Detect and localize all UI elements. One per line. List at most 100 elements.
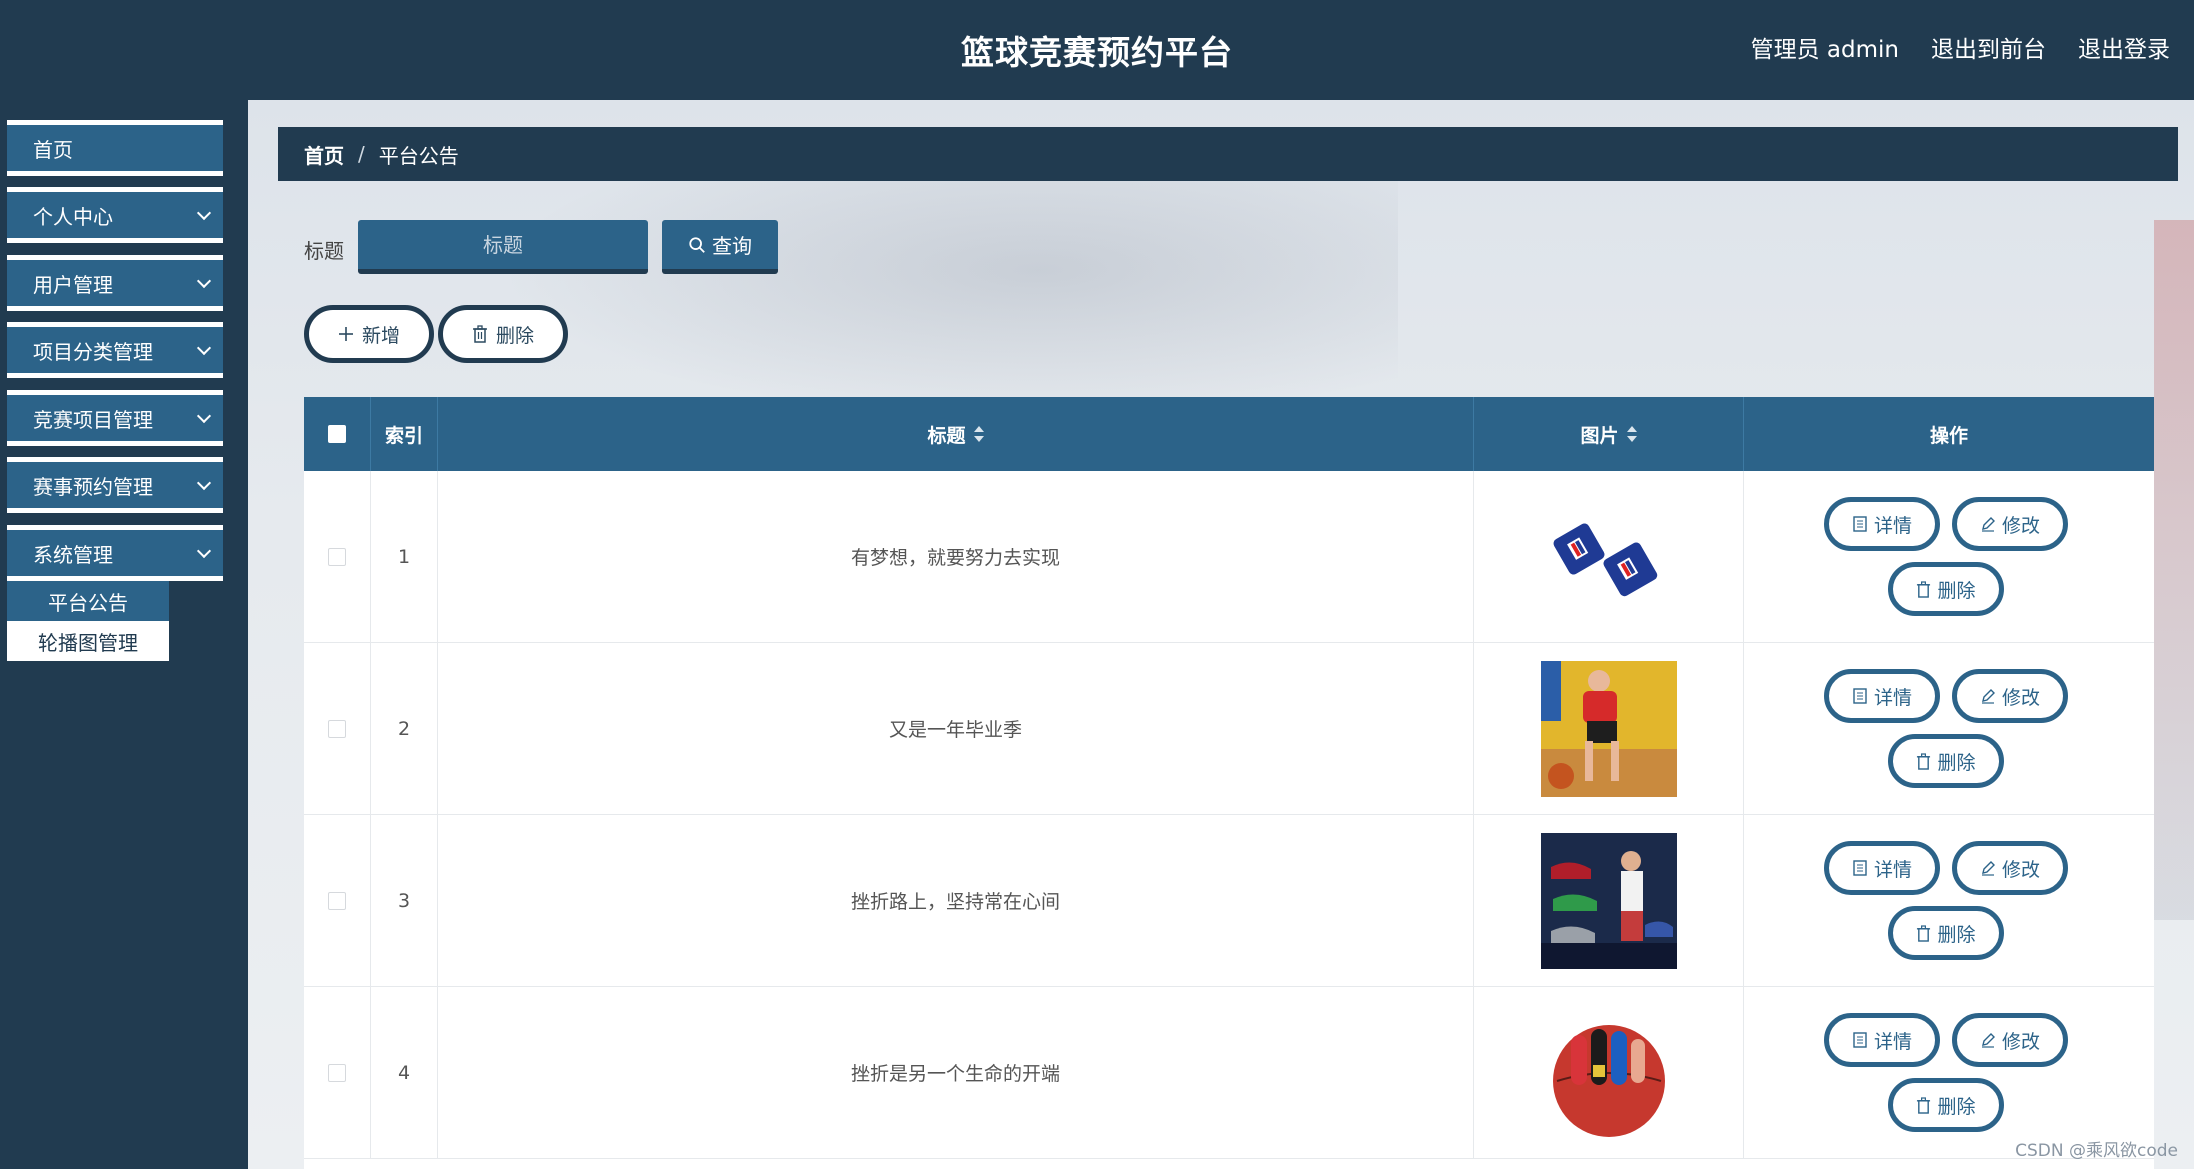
row-image-cell xyxy=(1474,643,1744,814)
sidebar-item-label: 用户管理 xyxy=(33,272,113,297)
row-select[interactable] xyxy=(304,643,371,814)
sidebar-item-user-management[interactable]: 用户管理 xyxy=(7,255,223,311)
to-front-link[interactable]: 退出到前台 xyxy=(1931,30,2046,64)
row-select[interactable] xyxy=(304,471,371,642)
document-icon xyxy=(1853,1032,1867,1048)
sidebar-item-label: 赛事预约管理 xyxy=(33,474,153,499)
table-row: 2 又是一年毕业季 详情 修改 删除 xyxy=(304,643,2154,815)
delete-button[interactable]: 删除 xyxy=(1888,1078,2004,1132)
sneakers-poster-image xyxy=(1540,832,1677,969)
breadcrumb-separator: / xyxy=(358,142,365,166)
row-title: 挫折路上，坚持常在心间 xyxy=(438,815,1474,986)
sidebar-subitem-announcements[interactable]: 平台公告 xyxy=(7,581,169,621)
delete-button-label: 删除 xyxy=(1937,751,1976,774)
header-image[interactable]: 图片 xyxy=(1474,397,1744,471)
delete-button-label: 删除 xyxy=(1937,1095,1976,1118)
sidebar-subitem-carousel[interactable]: 轮播图管理 xyxy=(7,621,169,661)
table-header: 索引 标题 图片 操作 xyxy=(304,397,2154,471)
sidebar-item-label: 首页 xyxy=(33,137,73,162)
row-checkbox[interactable] xyxy=(328,719,346,738)
delete-button[interactable]: 删除 xyxy=(1888,906,2004,960)
detail-button[interactable]: 详情 xyxy=(1824,841,1940,895)
detail-button-label: 详情 xyxy=(1873,858,1912,881)
pencil-icon xyxy=(1981,689,1995,704)
header-index-label: 索引 xyxy=(384,424,423,447)
trash-icon xyxy=(1917,1096,1931,1114)
search-title-input[interactable] xyxy=(358,220,648,274)
sort-icon[interactable] xyxy=(1626,426,1637,442)
document-icon xyxy=(1853,860,1867,876)
row-checkbox[interactable] xyxy=(328,891,346,910)
detail-button[interactable]: 详情 xyxy=(1824,1013,1940,1067)
row-image-cell xyxy=(1474,815,1744,986)
row-title: 有梦想，就要努力去实现 xyxy=(438,471,1474,642)
sidebar: 首页 个人中心 用户管理 项目分类管理 竞赛项目管理 赛事预约管理 系统管理 平… xyxy=(0,100,248,1169)
row-actions: 详情 修改 删除 xyxy=(1744,643,2154,814)
breadcrumb-home[interactable]: 首页 xyxy=(304,140,344,169)
row-index: 3 xyxy=(371,815,438,986)
search-button[interactable]: 查询 xyxy=(662,220,778,274)
plus-icon xyxy=(338,327,353,341)
sidebar-item-category-management[interactable]: 项目分类管理 xyxy=(7,322,223,378)
row-select[interactable] xyxy=(304,815,371,986)
delete-button-label: 删除 xyxy=(1937,579,1976,602)
header-title[interactable]: 标题 xyxy=(438,397,1474,471)
edit-button[interactable]: 修改 xyxy=(1952,497,2068,551)
row-title: 挫折是另一个生命的开端 xyxy=(438,987,1474,1158)
detail-button-label: 详情 xyxy=(1873,1030,1912,1053)
row-actions: 详情 修改 删除 xyxy=(1744,815,2154,986)
edit-button-label: 修改 xyxy=(2001,514,2040,537)
header-select-all[interactable] xyxy=(304,397,371,471)
row-select[interactable] xyxy=(304,987,371,1158)
sidebar-item-home[interactable]: 首页 xyxy=(7,120,223,176)
logout-link[interactable]: 退出登录 xyxy=(2078,30,2170,64)
batch-delete-button[interactable]: 删除 xyxy=(438,305,568,363)
sidebar-subitem-label: 平台公告 xyxy=(48,590,128,615)
chevron-down-icon xyxy=(196,475,212,491)
trash-icon xyxy=(1917,752,1931,770)
edit-button-label: 修改 xyxy=(2001,858,2040,881)
select-all-checkbox[interactable] xyxy=(328,425,346,443)
pencil-icon xyxy=(1981,517,1995,532)
sidebar-item-label: 个人中心 xyxy=(33,204,113,229)
row-checkbox[interactable] xyxy=(328,547,346,566)
chevron-down-icon xyxy=(196,273,212,289)
sidebar-item-system-management[interactable]: 系统管理 xyxy=(7,525,223,581)
delete-button[interactable]: 删除 xyxy=(1888,734,2004,788)
sort-icon[interactable] xyxy=(973,426,984,442)
row-actions: 详情 修改 删除 xyxy=(1744,471,2154,642)
main-content: 首页 / 平台公告 标题 查询 新增 删除 xyxy=(248,100,2194,1169)
edit-button[interactable]: 修改 xyxy=(1952,669,2068,723)
breadcrumb-current: 平台公告 xyxy=(378,143,459,168)
search-button-label: 查询 xyxy=(712,234,752,258)
edit-button-label: 修改 xyxy=(2001,686,2040,709)
add-button-label: 新增 xyxy=(361,324,400,347)
top-bar: 篮球竞赛预约平台 管理员 admin 退出到前台 退出登录 xyxy=(0,0,2194,100)
watermark: CSDN @乘风欲code xyxy=(2015,1141,2178,1161)
admin-user-label[interactable]: 管理员 admin xyxy=(1751,30,1899,64)
row-image-cell xyxy=(1474,471,1744,642)
top-links: 管理员 admin 退出到前台 退出登录 xyxy=(1751,30,2170,64)
search-icon xyxy=(689,236,705,253)
detail-button[interactable]: 详情 xyxy=(1824,669,1940,723)
header-actions: 操作 xyxy=(1744,397,2154,471)
edit-button[interactable]: 修改 xyxy=(1952,1013,2068,1067)
add-button[interactable]: 新增 xyxy=(304,305,434,363)
trash-icon xyxy=(472,325,487,343)
edit-button[interactable]: 修改 xyxy=(1952,841,2068,895)
batch-delete-label: 删除 xyxy=(495,324,534,347)
row-actions: 详情 修改 删除 xyxy=(1744,987,2154,1158)
detail-button[interactable]: 详情 xyxy=(1824,497,1940,551)
table-row: 4 挫折是另一个生命的开端 详情 修改 删除 xyxy=(304,987,2154,1159)
delete-button[interactable]: 删除 xyxy=(1888,562,2004,616)
detail-button-label: 详情 xyxy=(1873,686,1912,709)
row-image-cell xyxy=(1474,987,1744,1158)
document-icon xyxy=(1853,516,1867,532)
trash-icon xyxy=(1917,924,1931,942)
document-icon xyxy=(1853,688,1867,704)
breadcrumb: 首页 / 平台公告 xyxy=(278,127,2178,181)
sidebar-item-reservation-management[interactable]: 赛事预约管理 xyxy=(7,457,223,513)
row-checkbox[interactable] xyxy=(328,1063,346,1082)
sidebar-item-competition-management[interactable]: 竞赛项目管理 xyxy=(7,390,223,446)
sidebar-item-personal-center[interactable]: 个人中心 xyxy=(7,187,223,243)
